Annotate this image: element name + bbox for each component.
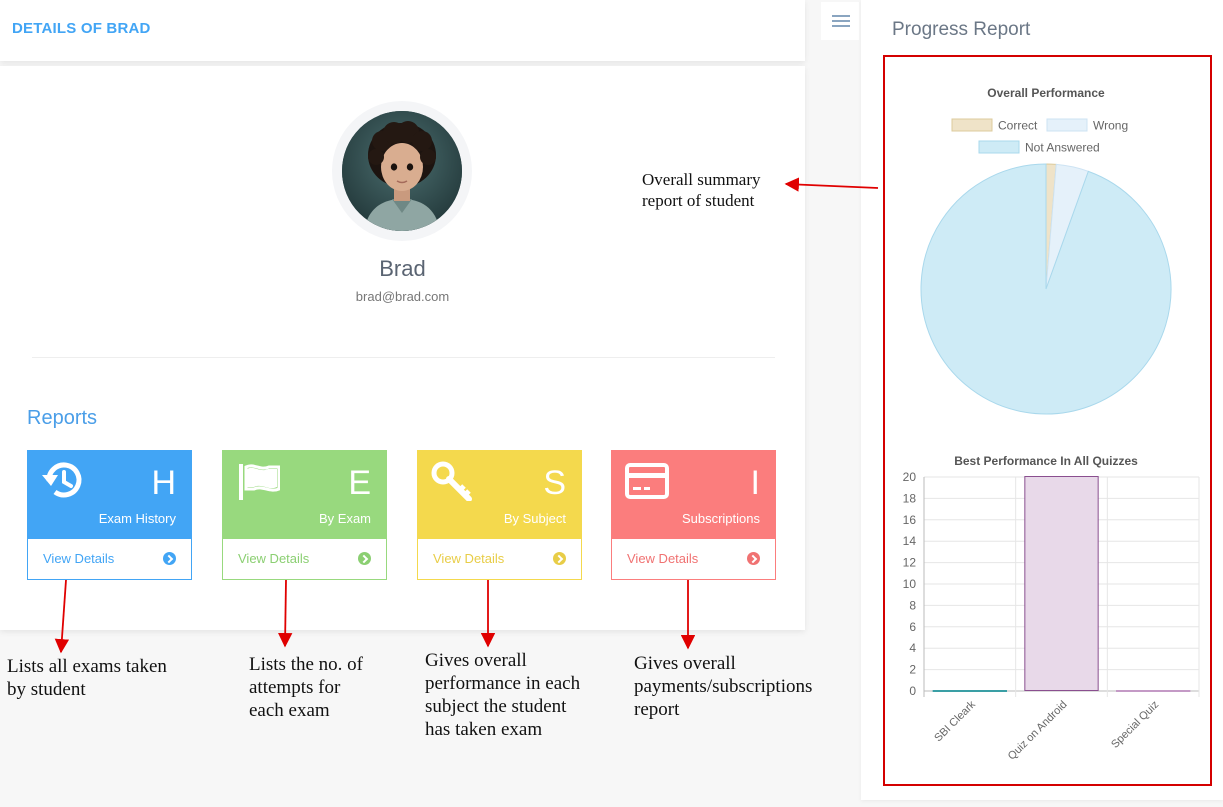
arrow-by-exam: [277, 579, 293, 648]
highlight-frame: [883, 55, 1212, 786]
arrow-summary: [784, 177, 879, 192]
arrow-exam-history: [54, 579, 70, 654]
